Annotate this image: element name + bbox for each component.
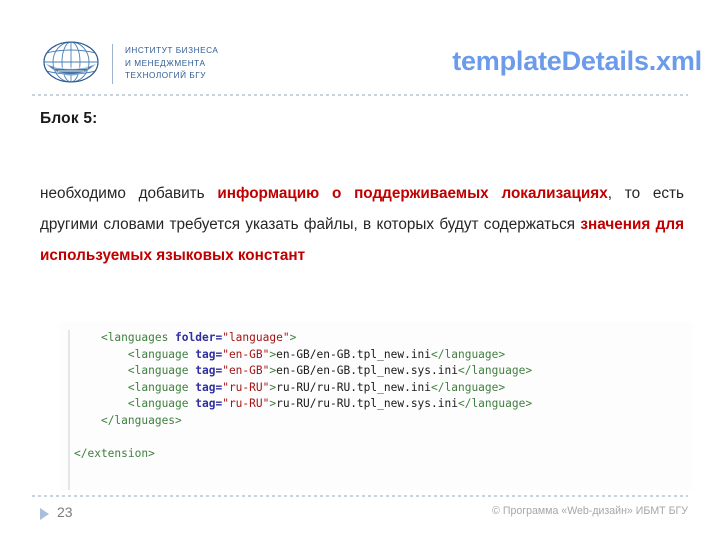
code-line: <language tag="en-GB">en-GB/en-GB.tpl_ne… [74, 347, 532, 364]
code-token: <languages [100, 331, 176, 344]
code-token: tag= [195, 347, 223, 361]
code-line: <language tag="en-GB">en-GB/en-GB.tpl_ne… [74, 363, 532, 380]
code-token: "language" [222, 331, 290, 344]
footer-credit: © Программа «Web-дизайн» ИБМТ БГУ [492, 505, 688, 517]
code-token: </language> [431, 380, 506, 394]
code-token: en-GB/en-GB.tpl_new.ini [276, 347, 432, 361]
code-line: <language tag="ru-RU">ru-RU/ru-RU.tpl_ne… [74, 396, 532, 413]
slide-canvas: ИНСТИТУТ БИЗНЕСА И МЕНЕДЖМЕНТА ТЕХНОЛОГИ… [0, 0, 720, 540]
code-token: <language [127, 347, 196, 361]
body-paragraph: необходимо добавить информацию о поддерж… [40, 178, 684, 271]
code-token: "en-GB" [222, 347, 270, 361]
globe-logo-icon [43, 41, 99, 83]
code-gutter-line [68, 330, 70, 490]
code-line: <language tag="ru-RU">ru-RU/ru-RU.tpl_ne… [74, 380, 532, 397]
code-token: </language> [431, 347, 506, 361]
code-token: "en-GB" [222, 364, 270, 378]
code-token: tag= [195, 364, 223, 378]
code-token: "ru-RU" [222, 397, 270, 411]
institute-name: ИНСТИТУТ БИЗНЕСА И МЕНЕДЖМЕНТА ТЕХНОЛОГИ… [125, 45, 218, 83]
code-token: > [289, 331, 297, 344]
code-token: <language [127, 364, 196, 378]
code-token: </languages> [100, 413, 182, 427]
slide-header: ИНСТИТУТ БИЗНЕСА И МЕНЕДЖМЕНТА ТЕХНОЛОГИ… [0, 0, 720, 96]
institute-logo: ИНСТИТУТ БИЗНЕСА И МЕНЕДЖМЕНТА ТЕХНОЛОГИ… [40, 36, 218, 92]
footer-divider [32, 495, 688, 497]
code-line: </extension> [74, 446, 532, 463]
code-token: <language [127, 397, 196, 411]
code-token: <language [127, 380, 196, 394]
header-divider [32, 94, 688, 96]
page-title: templateDetails.xml [452, 46, 702, 76]
paragraph-highlight-1: информацию о поддерживаемых локализациях [217, 185, 608, 202]
logo-divider [112, 44, 113, 84]
code-line: <languages folder="language"> [74, 330, 532, 347]
code-token: "ru-RU" [222, 380, 270, 394]
triangle-right-icon [40, 508, 49, 520]
paragraph-text-1: необходимо добавить [40, 185, 218, 202]
code-token: folder= [175, 331, 223, 344]
code-token: </language> [457, 364, 533, 378]
block-label: Блок 5: [40, 110, 98, 127]
code-token: ru-RU/ru-RU.tpl_new.ini [276, 380, 432, 394]
code-token: en-GB/en-GB.tpl_new.sys.ini [276, 364, 458, 378]
code-token: </extension> [74, 447, 155, 461]
institute-name-line-2: И МЕНЕДЖМЕНТА [125, 58, 206, 68]
institute-name-line-1: ИНСТИТУТ БИЗНЕСА [125, 46, 219, 56]
code-token: </language> [457, 397, 533, 411]
institute-name-line-3: ТЕХНОЛОГИЙ БГУ [125, 71, 207, 81]
slide-number: 23 [57, 504, 73, 520]
code-token: tag= [195, 397, 223, 411]
code-token: tag= [195, 380, 223, 394]
code-token: ru-RU/ru-RU.tpl_new.sys.ini [276, 397, 458, 411]
code-snippet-text: <languages folder="language"> <language … [74, 330, 532, 463]
code-line: </languages> [74, 413, 532, 430]
